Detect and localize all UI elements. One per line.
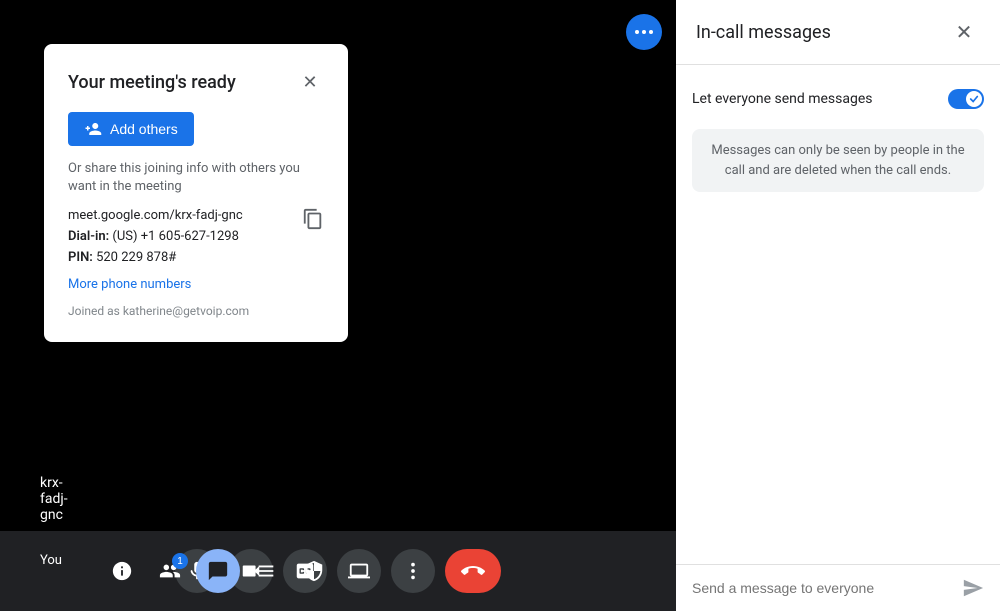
more-ctrl-icon — [402, 560, 424, 582]
popup-title: Your meeting's ready — [68, 72, 236, 93]
info-icon — [111, 560, 133, 582]
meeting-info: meet.google.com/krx-fadj-gnc Dial-in: (U… — [68, 208, 243, 269]
toggle-thumb — [966, 91, 982, 107]
toggle-label: Let everyone send messages — [692, 91, 873, 107]
more-ctrl-button[interactable] — [391, 549, 435, 593]
shield-button[interactable] — [292, 549, 336, 593]
copy-row: meet.google.com/krx-fadj-gnc Dial-in: (U… — [68, 208, 324, 269]
meeting-popup: Your meeting's ready ✕ Add others Or sha… — [44, 44, 348, 342]
share-text: Or share this joining info with others y… — [68, 160, 324, 196]
panel-content: Let everyone send messages Messages can … — [676, 65, 1000, 564]
pin-value: 520 229 878# — [96, 250, 176, 265]
activities-button[interactable] — [244, 549, 288, 593]
popup-close-button[interactable]: ✕ — [296, 68, 324, 96]
meeting-link: meet.google.com/krx-fadj-gnc — [68, 208, 243, 223]
info-box: Messages can only be seen by people in t… — [692, 129, 984, 192]
add-others-label: Add others — [110, 121, 178, 137]
dial-in-value: (US) +1 605-627-1298 — [112, 229, 239, 244]
send-button[interactable] — [962, 577, 984, 599]
people-badge: 1 — [172, 553, 188, 569]
chat-button[interactable] — [196, 549, 240, 593]
participant-name: You — [40, 553, 62, 568]
more-options-button[interactable] — [626, 14, 662, 50]
joined-as: Joined as katherine@getvoip.com — [68, 304, 324, 318]
checkmark-icon — [969, 94, 979, 104]
panel-title: In-call messages — [696, 22, 831, 43]
add-person-icon — [84, 120, 102, 138]
end-call-icon — [461, 559, 485, 583]
present-icon — [348, 560, 370, 582]
copy-icon — [302, 208, 324, 230]
dial-in-label: Dial-in: — [68, 229, 109, 244]
more-dots-icon — [635, 30, 653, 34]
present-button[interactable] — [337, 549, 381, 593]
more-phones-link[interactable]: More phone numbers — [68, 277, 324, 292]
info-text: Messages can only be seen by people in t… — [711, 143, 964, 178]
send-messages-toggle[interactable] — [948, 89, 984, 109]
dial-info: Dial-in: (US) +1 605-627-1298 PIN: 520 2… — [68, 227, 243, 269]
info-button[interactable] — [100, 549, 144, 593]
panel-header: In-call messages ✕ — [676, 0, 1000, 65]
in-call-messages-panel: In-call messages ✕ Let everyone send mes… — [676, 0, 1000, 611]
bottom-bar: You krx-fadj-gnc — [0, 531, 676, 611]
message-input[interactable] — [692, 580, 962, 596]
people-button[interactable]: 1 — [148, 549, 192, 593]
shield-icon — [303, 560, 325, 582]
toggle-row: Let everyone send messages — [692, 81, 984, 117]
chat-icon — [207, 560, 229, 582]
copy-button[interactable] — [302, 208, 324, 230]
panel-footer — [676, 564, 1000, 611]
activities-icon — [255, 560, 277, 582]
pin-label: PIN: — [68, 250, 93, 265]
send-icon — [962, 577, 984, 599]
bottom-right-icons: 1 — [100, 549, 336, 593]
end-call-button[interactable] — [445, 549, 501, 593]
meeting-name: krx-fadj-gnc — [40, 475, 68, 523]
popup-header: Your meeting's ready ✕ — [68, 68, 324, 96]
close-panel-button[interactable]: ✕ — [948, 16, 980, 48]
add-others-button[interactable]: Add others — [68, 112, 194, 146]
